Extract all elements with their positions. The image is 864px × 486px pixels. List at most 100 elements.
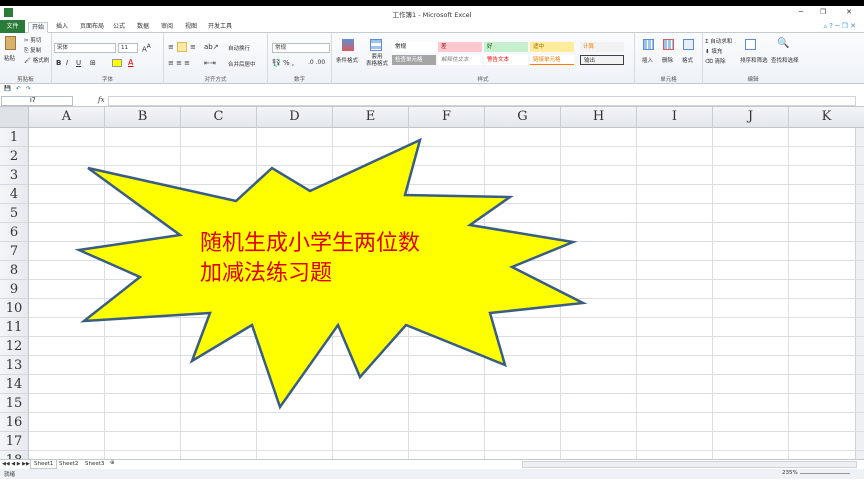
tab-formulas[interactable]: 公式 bbox=[113, 22, 125, 33]
style-cell[interactable]: 常规 bbox=[392, 42, 436, 52]
grow-font-icon[interactable]: AA bbox=[142, 44, 151, 53]
save-icon[interactable]: 💾 bbox=[4, 86, 11, 92]
zoom-slider[interactable] bbox=[800, 473, 850, 474]
tab-file[interactable]: 文件 bbox=[0, 20, 25, 33]
title-bar: 工作簿1 - Microsoft Excel ─ ❐ ✕ bbox=[0, 6, 864, 20]
sort-filter-button[interactable]: 排序和筛选 bbox=[740, 56, 768, 64]
tab-data[interactable]: 数据 bbox=[137, 22, 149, 33]
style-cell[interactable]: 警告文本 bbox=[484, 55, 528, 65]
underline-icon[interactable]: U bbox=[76, 59, 81, 67]
wrap-text-button[interactable]: 自动换行 bbox=[228, 44, 250, 52]
table-format-icon[interactable] bbox=[370, 39, 382, 51]
worksheet-grid[interactable]: ABCDEFGHIJK123456789101112131415161718 随… bbox=[0, 107, 864, 459]
font-name-select[interactable]: 宋体 bbox=[54, 43, 116, 53]
delete-cells-button[interactable]: 删除 bbox=[662, 56, 673, 64]
format-cells-icon[interactable] bbox=[683, 39, 694, 50]
autosum-label: 自动求和 bbox=[710, 39, 733, 45]
tab-insert[interactable]: 插入 bbox=[56, 22, 68, 33]
formula-bar: I7 fx bbox=[0, 95, 864, 107]
decimal-icon[interactable]: .0 .00 bbox=[308, 59, 325, 66]
zoom-level[interactable]: 235% bbox=[782, 470, 798, 476]
formula-input[interactable] bbox=[108, 96, 856, 106]
explosion-shape[interactable] bbox=[0, 107, 864, 459]
editing-group-label: 编辑 bbox=[747, 77, 759, 83]
undo-icon[interactable]: ↶ bbox=[16, 86, 21, 92]
style-cell[interactable]: 好 bbox=[484, 42, 528, 52]
clear-button[interactable]: ⌫ 清除 bbox=[705, 57, 726, 65]
cells-group-label: 单元格 bbox=[660, 77, 677, 83]
tab-review[interactable]: 审阅 bbox=[161, 22, 173, 33]
paste-icon[interactable] bbox=[5, 36, 16, 50]
bold-icon[interactable]: B bbox=[56, 59, 61, 67]
border-icon[interactable]: ⊞ bbox=[90, 59, 96, 67]
close-icon[interactable]: ✕ bbox=[834, 6, 864, 19]
italic-icon[interactable]: I bbox=[66, 59, 68, 67]
sheet-nav-icon[interactable]: ◀◀ ◀ ▶ ▶▶ bbox=[2, 461, 30, 467]
cut-button[interactable]: ✂ 剪切 bbox=[24, 36, 41, 44]
name-box[interactable]: I7 bbox=[1, 96, 73, 106]
alignment-group: ≡ ≡ ab↗ 自动换行 ≡ ≡ ≡ ⇤⇥ 合并后居中 对齐方式 bbox=[164, 33, 268, 84]
style-cell[interactable]: 解释性文本 bbox=[438, 55, 482, 65]
styles-group: 条件格式 套用 表格格式 常规 差 好 适中 计算 检查单元格 解释性文本 警告… bbox=[332, 33, 635, 84]
insert-cells-icon[interactable] bbox=[643, 39, 654, 50]
paste-button[interactable]: 粘贴 bbox=[4, 54, 15, 62]
align-bottom-icon[interactable]: ≡ bbox=[190, 43, 196, 51]
table-format-button[interactable]: 套用 表格格式 bbox=[366, 54, 388, 68]
ribbon-tabs: 文件 开始 插入 页面布局 公式 数据 审阅 视图 开发工具 ▵ ? ─ ❐ ✕ bbox=[0, 20, 864, 33]
sheet-tab[interactable]: Sheet3 bbox=[82, 460, 107, 469]
autosum-button[interactable]: Σ 自动求和 bbox=[705, 37, 732, 45]
indent-icon[interactable]: ⇤⇥ bbox=[204, 59, 216, 67]
font-size-select[interactable]: 11 bbox=[118, 43, 138, 53]
tab-page-layout[interactable]: 页面布局 bbox=[80, 22, 104, 33]
format-painter-button[interactable]: 🖌 格式刷 bbox=[24, 56, 49, 64]
align-top-icon[interactable]: ≡ bbox=[168, 43, 174, 51]
sheet-tab[interactable]: Sheet1 bbox=[30, 460, 58, 469]
ribbon: 粘贴 ✂ 剪切 ⎘ 复制 🖌 格式刷 剪贴板 宋体 11 AA B I U ⊞ … bbox=[0, 33, 864, 84]
new-sheet-icon[interactable]: ⊕ bbox=[110, 460, 115, 466]
tab-developer[interactable]: 开发工具 bbox=[208, 22, 232, 33]
tab-view[interactable]: 视图 bbox=[185, 22, 197, 33]
align-middle-icon[interactable] bbox=[177, 42, 187, 52]
find-icon[interactable]: 🔍 bbox=[777, 38, 789, 49]
style-cell[interactable]: 计算 bbox=[580, 42, 624, 52]
sheet-tab-bar: ◀◀ ◀ ▶ ▶▶ Sheet1 Sheet2 Sheet3 ⊕ bbox=[0, 459, 864, 469]
help-icon[interactable]: ▵ ? ─ ❐ ✕ bbox=[824, 22, 856, 30]
delete-cells-icon[interactable] bbox=[663, 39, 674, 50]
styles-group-label: 样式 bbox=[477, 77, 489, 83]
style-cell[interactable]: 适中 bbox=[530, 42, 574, 52]
format-painter-label: 格式刷 bbox=[32, 58, 50, 64]
fill-color-icon[interactable] bbox=[112, 59, 122, 67]
find-select-button[interactable]: 查找和选择 bbox=[771, 56, 799, 64]
restore-icon[interactable]: ❐ bbox=[812, 6, 834, 19]
style-cell[interactable]: 输出 bbox=[580, 55, 624, 65]
clipboard-group: 粘贴 ✂ 剪切 ⎘ 复制 🖌 格式刷 剪贴板 bbox=[0, 33, 52, 84]
style-cell[interactable]: 链接单元格 bbox=[530, 55, 574, 65]
excel-window: 工作簿1 - Microsoft Excel ─ ❐ ✕ 文件 开始 插入 页面… bbox=[0, 6, 864, 486]
status-bar: 就绪 235% bbox=[0, 469, 864, 479]
currency-icon[interactable]: 💱 % , bbox=[272, 59, 294, 67]
insert-cells-button[interactable]: 插入 bbox=[642, 56, 653, 64]
redo-icon[interactable]: ↷ bbox=[26, 86, 31, 92]
sheet-tab[interactable]: Sheet2 bbox=[56, 460, 81, 469]
orientation-icon[interactable]: ab↗ bbox=[204, 43, 219, 51]
style-cell[interactable]: 检查单元格 bbox=[392, 55, 436, 65]
copy-label: 复制 bbox=[30, 48, 42, 54]
sort-filter-icon[interactable] bbox=[745, 39, 756, 50]
horizontal-scrollbar[interactable] bbox=[522, 461, 857, 468]
tab-home[interactable]: 开始 bbox=[28, 22, 49, 33]
conditional-format-icon[interactable] bbox=[342, 39, 354, 51]
conditional-format-button[interactable]: 条件格式 bbox=[336, 56, 358, 64]
status-ready: 就绪 bbox=[4, 472, 16, 478]
style-cell[interactable]: 差 bbox=[438, 42, 482, 52]
format-cells-button[interactable]: 格式 bbox=[682, 56, 693, 64]
merge-center-button[interactable]: 合并后居中 bbox=[228, 60, 256, 68]
clipboard-group-label: 剪贴板 bbox=[17, 77, 34, 83]
font-color-icon[interactable]: A bbox=[128, 58, 133, 67]
minimize-icon[interactable]: ─ bbox=[790, 6, 812, 19]
copy-button[interactable]: ⎘ 复制 bbox=[24, 46, 41, 55]
fx-icon[interactable]: fx bbox=[98, 96, 105, 104]
shape-text-line1: 随机生成小学生两位数 bbox=[200, 231, 421, 256]
align-left-icon[interactable]: ≡ ≡ ≡ bbox=[168, 59, 190, 67]
fill-button[interactable]: ⬇ 填充 bbox=[705, 47, 722, 55]
number-format-select[interactable]: 常规 bbox=[272, 43, 330, 53]
